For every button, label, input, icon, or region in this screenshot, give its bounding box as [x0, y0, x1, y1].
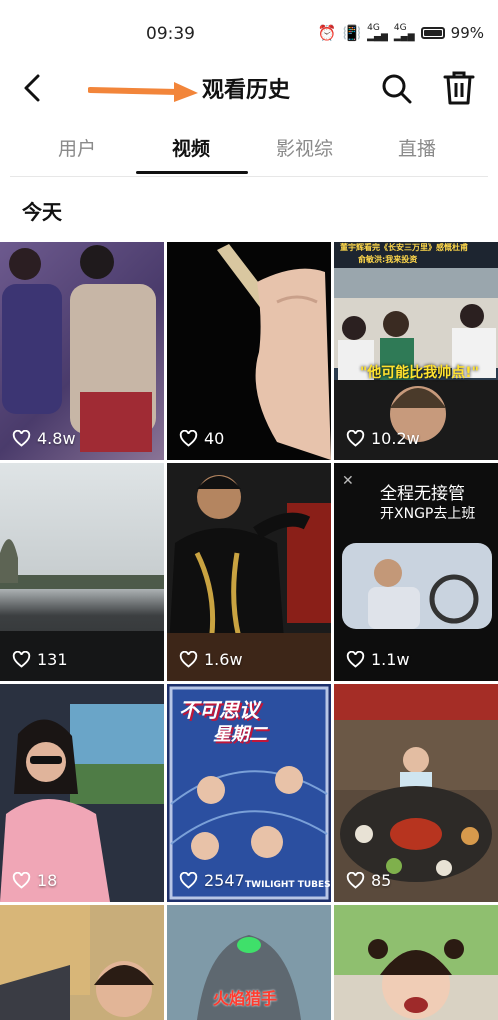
like-count-value: 85	[371, 871, 392, 890]
video-thumbnail[interactable]: 85	[334, 684, 498, 902]
like-count: 2547	[179, 871, 245, 890]
status-time: 09:39	[146, 24, 195, 44]
video-thumbnail[interactable]: ✕ 全程无接管 开XNGP去上班 1.1w	[334, 463, 498, 681]
thumbnail-image	[0, 539, 164, 681]
poster-subtitle: 星期二	[213, 724, 267, 745]
heart-icon	[12, 430, 31, 447]
tab-videos[interactable]: 视频	[172, 134, 210, 161]
like-count-value: 40	[204, 429, 225, 448]
signal-icon-2: 4G ▂▄▆	[393, 23, 415, 42]
back-arrow-icon[interactable]	[18, 72, 50, 104]
like-count-value: 10.2w	[371, 429, 420, 448]
video-caption: 火焰猎手	[213, 989, 278, 1008]
signal-icon: 4G ▂▄▆	[367, 23, 388, 42]
section-today: 今天	[22, 200, 62, 224]
heart-icon	[179, 872, 198, 889]
video-thumbnail[interactable]: 火焰猎手	[167, 905, 331, 1020]
video-thumbnail[interactable]: 18	[0, 684, 164, 902]
heart-icon	[179, 651, 198, 668]
tab-users[interactable]: 用户	[58, 134, 96, 161]
page-title: 观看历史	[202, 78, 291, 103]
close-x-icon: ✕	[342, 473, 354, 489]
video-thumbnail[interactable]: 不可思议 星期二 TWILIGHT TUBES 2547	[167, 684, 331, 902]
poster-footer: TWILIGHT TUBES	[245, 880, 331, 890]
poster-title: 不可思议	[179, 698, 259, 722]
tab-active-indicator	[136, 171, 248, 174]
like-count: 131	[12, 650, 68, 669]
thumbnail-image	[0, 905, 154, 1020]
thumbnail-image	[334, 684, 498, 882]
like-count: 10.2w	[346, 429, 420, 448]
video-thumbnail[interactable]: 4.8w	[0, 242, 164, 460]
heart-icon	[12, 872, 31, 889]
heart-icon	[12, 651, 31, 668]
top-caption: 董宇辉看完《长安三万里》感慨杜甫	[340, 243, 468, 252]
vibrate-icon: 📳	[342, 24, 362, 42]
like-count: 4.8w	[12, 429, 76, 448]
trash-icon[interactable]	[442, 70, 476, 106]
search-icon[interactable]	[380, 72, 414, 106]
like-count: 1.1w	[346, 650, 410, 669]
like-count-value: 1.6w	[204, 650, 243, 669]
like-count-value: 4.8w	[37, 429, 76, 448]
battery-icon	[420, 27, 445, 39]
video-thumbnail[interactable]: 1.6w	[167, 463, 331, 681]
thumbnail-image	[334, 939, 498, 1020]
video-thumbnail[interactable]: 董宇辉看完《长安三万里》感慨杜甫 俞敏洪:我来投资 "他可能比我帅点!" 10.…	[334, 242, 498, 460]
tab-film-tv[interactable]: 影视综	[276, 134, 333, 161]
like-count: 85	[346, 871, 391, 890]
annotation-arrow-icon	[88, 82, 198, 102]
like-count-value: 1.1w	[371, 650, 410, 669]
top-subcaption: 俞敏洪:我来投资	[358, 255, 418, 264]
heart-icon	[179, 430, 198, 447]
like-count: 1.6w	[179, 650, 243, 669]
like-count-value: 131	[37, 650, 68, 669]
heart-icon	[346, 651, 365, 668]
thumbnail-image	[2, 245, 156, 452]
alarm-icon: ⏰	[317, 24, 337, 42]
thumbnail-image	[0, 704, 164, 902]
tab-bar: 用户 视频 影视综 直播	[0, 124, 498, 174]
video-subheadline: 开XNGP去上班	[380, 506, 476, 522]
tab-live[interactable]: 直播	[398, 134, 436, 161]
status-icons: ⏰ 📳 4G ▂▄▆ 4G ▂▄▆ 99%	[317, 23, 484, 43]
like-count-value: 18	[37, 871, 58, 890]
video-grid: 4.8w 40 董宇辉看完《长安三万里》感慨杜甫 俞敏洪:我来投资 "他可能比我…	[0, 242, 498, 1020]
battery-percent: 99%	[450, 24, 484, 42]
heart-icon	[346, 430, 365, 447]
video-thumbnail[interactable]	[334, 905, 498, 1020]
thumbnail-image	[167, 475, 331, 681]
video-caption: "他可能比我帅点!"	[360, 365, 479, 381]
video-thumbnail[interactable]: 131	[0, 463, 164, 681]
video-headline: 全程无接管	[380, 484, 465, 504]
header: 观看历史	[0, 58, 498, 120]
divider	[10, 176, 488, 177]
like-count: 40	[179, 429, 224, 448]
video-thumbnail[interactable]: 40	[167, 242, 331, 460]
video-thumbnail[interactable]	[0, 905, 164, 1020]
thumbnail-image	[217, 244, 331, 460]
heart-icon	[346, 872, 365, 889]
like-count: 18	[12, 871, 57, 890]
like-count-value: 2547	[204, 871, 245, 890]
